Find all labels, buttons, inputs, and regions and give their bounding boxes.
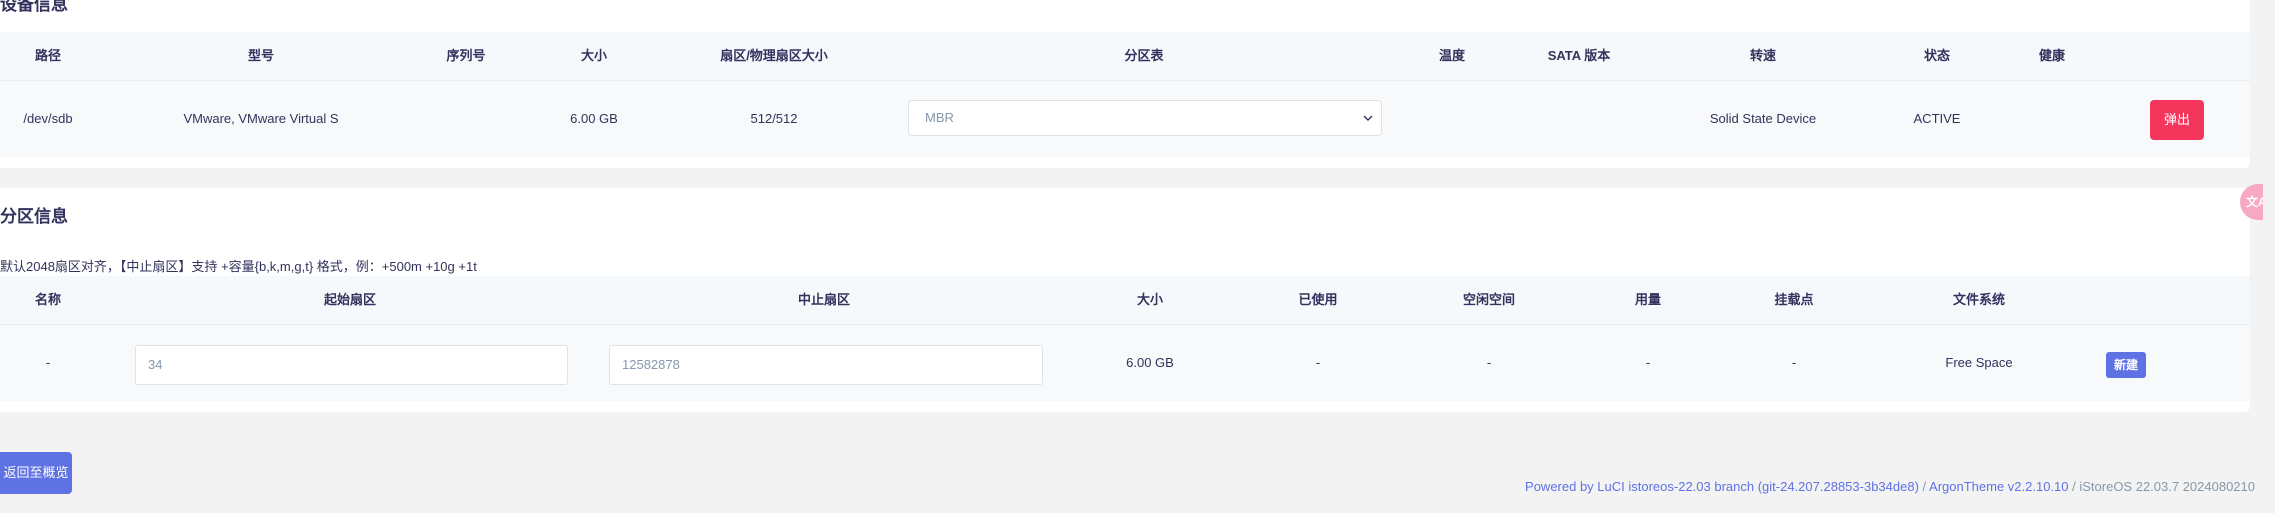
header-status: 状态 xyxy=(1923,48,1951,63)
new-partition-button[interactable]: 新建 xyxy=(2106,352,2146,378)
header-serial: 序列号 xyxy=(446,48,486,63)
os-version: iStoreOS 22.03.7 2024080210 xyxy=(2079,479,2255,494)
header-sector-size: 扇区/物理扇区大小 xyxy=(720,48,828,63)
luci-link[interactable]: Powered by LuCI istoreos-22.03 branch (g… xyxy=(1525,479,1919,494)
device-sector-size: 512/512 xyxy=(750,111,798,126)
partition-usage: - xyxy=(1645,355,1651,370)
start-sector-input[interactable]: 34 xyxy=(135,345,568,385)
header-usage: 用量 xyxy=(1634,292,1662,307)
header-free: 空闲空间 xyxy=(1462,292,1516,307)
partition-info-title: 分区信息 xyxy=(0,207,68,226)
eject-button[interactable]: 弹出 xyxy=(2150,100,2204,140)
scrollbar[interactable] xyxy=(2263,0,2275,513)
partition-table-select[interactable]: MBR xyxy=(908,100,1382,136)
header-sata-version: SATA 版本 xyxy=(1547,48,1611,63)
end-sector-input[interactable]: 12582878 xyxy=(609,345,1043,385)
chevron-down-icon xyxy=(1363,115,1373,121)
partition-size: 6.00 GB xyxy=(1126,355,1174,370)
header-size: 大小 xyxy=(1136,292,1164,307)
device-table-row: /dev/sdb VMware, VMware Virtual S 6.00 G… xyxy=(0,81,2250,157)
partition-table-value: MBR xyxy=(925,110,954,125)
header-used: 已使用 xyxy=(1298,292,1338,307)
device-table-header: 路径 型号 序列号 大小 扇区/物理扇区大小 分区表 温度 SATA 版本 转速… xyxy=(0,32,2250,81)
partition-used: - xyxy=(1315,355,1321,370)
partition-hint: 默认2048扇区对齐，【中止扇区】支持 +容量{b,k,m,g,t} 格式，例：… xyxy=(0,259,477,274)
device-model: VMware, VMware Virtual S xyxy=(183,111,339,126)
device-size: 6.00 GB xyxy=(570,111,618,126)
partition-table-row: - 34 12582878 6.00 GB - - - - Free Space… xyxy=(0,325,2250,401)
partition-info-card: 分区信息 默认2048扇区对齐，【中止扇区】支持 +容量{b,k,m,g,t} … xyxy=(0,188,2250,412)
header-model: 型号 xyxy=(247,48,275,63)
device-info-title: 设备信息 xyxy=(0,0,68,14)
partition-free: - xyxy=(1486,355,1492,370)
footer-separator: / xyxy=(2068,479,2080,494)
header-name: 名称 xyxy=(34,292,62,307)
header-filesystem: 文件系统 xyxy=(1952,292,2006,307)
header-health: 健康 xyxy=(2038,48,2066,63)
header-end-sector: 中止扇区 xyxy=(797,292,851,307)
partition-mount: - xyxy=(1791,355,1797,370)
header-partition-table: 分区表 xyxy=(1124,48,1164,63)
device-info-card: 设备信息 路径 型号 序列号 大小 扇区/物理扇区大小 分区表 温度 SATA … xyxy=(0,0,2250,168)
footer: Powered by LuCI istoreos-22.03 branch (g… xyxy=(1525,479,2255,494)
argon-theme-link[interactable]: ArgonTheme v2.2.10.10 xyxy=(1929,479,2068,494)
header-start-sector: 起始扇区 xyxy=(323,292,377,307)
header-rpm: 转速 xyxy=(1749,48,1777,63)
header-mount: 挂载点 xyxy=(1774,292,1814,307)
partition-table-header: 名称 起始扇区 中止扇区 大小 已使用 空闲空间 用量 挂载点 文件系统 xyxy=(0,276,2250,325)
header-temperature: 温度 xyxy=(1438,48,1466,63)
device-rpm: Solid State Device xyxy=(1709,111,1817,126)
footer-separator: / xyxy=(1918,479,1930,494)
partition-name: - xyxy=(45,355,51,370)
header-size: 大小 xyxy=(580,48,608,63)
device-status: ACTIVE xyxy=(1913,111,1961,126)
device-path: /dev/sdb xyxy=(23,111,73,126)
header-path: 路径 xyxy=(34,48,62,63)
back-to-overview-button[interactable]: 返回至概览 xyxy=(0,452,72,494)
partition-filesystem: Free Space xyxy=(1945,355,2013,370)
